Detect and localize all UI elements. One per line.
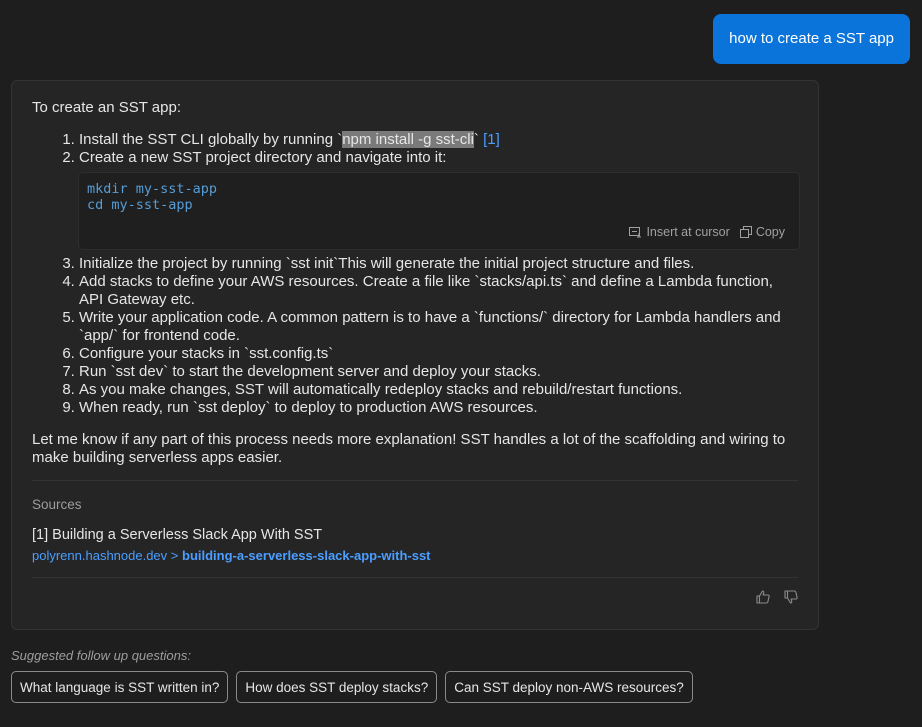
step-item: When ready, run `sst deploy` to deploy t… — [79, 399, 798, 417]
answer-intro: To create an SST app: — [32, 99, 181, 116]
answer-card: To create an SST app: Install the SST CL… — [11, 80, 819, 630]
source-path[interactable]: building-a-serverless-slack-app-with-sst — [182, 548, 431, 563]
step-item: Write your application code. A common pa… — [79, 309, 798, 345]
user-message-bubble: how to create a SST app — [713, 14, 910, 64]
answer-outro: Let me know if any part of this process … — [32, 431, 786, 466]
source-separator: > — [167, 548, 182, 563]
step-text: Install the SST CLI globally by running … — [79, 131, 343, 148]
thumbs-down-icon[interactable] — [784, 590, 798, 609]
chat-page: how to create a SST app To create an SST… — [0, 0, 922, 727]
copy-button[interactable]: Copy — [739, 223, 785, 241]
sources-heading: Sources — [32, 497, 82, 512]
step-item: Initialize the project by running `sst i… — [79, 255, 798, 273]
step-item: Add stacks to define your AWS resources.… — [79, 273, 798, 309]
suggestion-chip[interactable]: What language is SST written in? — [11, 671, 229, 703]
suggestions-label: Suggested follow up questions: — [11, 648, 191, 663]
thumbs-up-icon[interactable] — [756, 590, 770, 609]
source-link[interactable]: polyrenn.hashnode.dev > building-a-serve… — [32, 548, 798, 564]
step-text-suffix: ` — [473, 131, 484, 148]
answer-content: To create an SST app: Install the SST CL… — [32, 99, 800, 578]
step-item: Configure your stacks in `sst.config.ts` — [79, 345, 798, 363]
code-line: cd my-sst-app — [87, 197, 193, 213]
insert-at-cursor-button[interactable]: Insert at cursor — [629, 223, 730, 241]
divider — [32, 480, 798, 481]
step-item: Install the SST CLI globally by running … — [79, 131, 798, 149]
suggestion-chip[interactable]: Can SST deploy non-AWS resources? — [445, 671, 693, 703]
divider — [32, 577, 798, 578]
step-item: Create a new SST project directory and n… — [78, 149, 800, 250]
source-title: [1] Building a Serverless Slack App With… — [32, 527, 323, 543]
code-line: mkdir my-sst-app — [87, 181, 218, 197]
source-host[interactable]: polyrenn.hashnode.dev — [32, 548, 167, 563]
copy-label: Copy — [755, 225, 785, 239]
suggestion-chip[interactable]: How does SST deploy stacks? — [236, 671, 438, 703]
insert-at-cursor-label: Insert at cursor — [646, 225, 730, 239]
user-message-text: how to create a SST app — [729, 30, 894, 47]
suggestion-chips: What language is SST written in? How doe… — [11, 671, 693, 703]
step-item: Run `sst dev` to start the development s… — [79, 363, 798, 381]
citation-link[interactable]: [1] — [483, 131, 500, 148]
highlighted-command: npm install -g sst-cli — [342, 131, 474, 148]
step-text: Create a new SST project directory and n… — [79, 149, 447, 166]
copy-icon — [739, 226, 752, 238]
code-content[interactable]: mkdir my-sst-app cd my-sst-app — [87, 181, 217, 213]
step-item: As you make changes, SST will automatica… — [79, 381, 798, 399]
feedback-controls — [756, 590, 798, 609]
code-block: mkdir my-sst-app cd my-sst-app Insert at… — [78, 172, 800, 250]
code-actions: Insert at cursor Copy — [629, 223, 785, 241]
steps-list: Install the SST CLI globally by running … — [32, 131, 800, 417]
insert-at-cursor-icon — [629, 226, 642, 238]
